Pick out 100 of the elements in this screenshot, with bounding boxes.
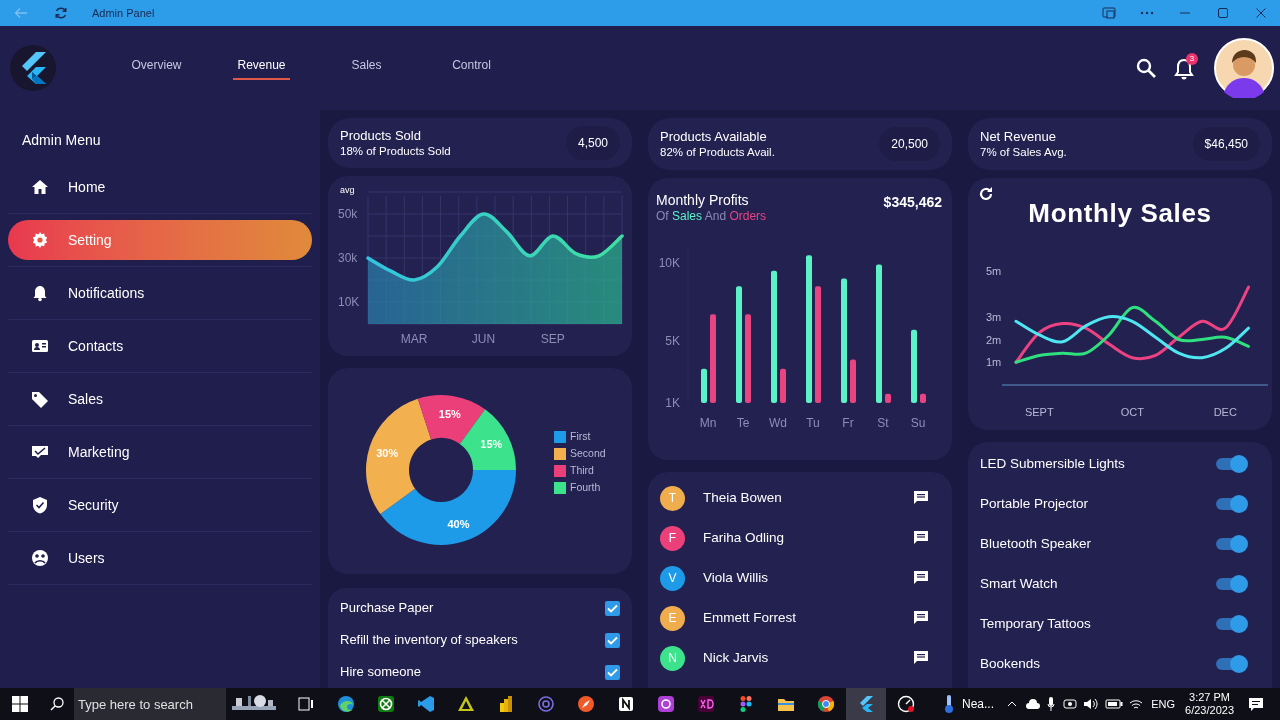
wifi-icon[interactable]: [1129, 698, 1144, 710]
toggle-switch[interactable]: [1216, 615, 1248, 633]
chart-title: Monthly Profits: [656, 192, 750, 208]
product-label: Temporary Tattoos: [980, 614, 1092, 633]
stat-value: 4,500: [565, 126, 620, 160]
stat-subtitle: 7% of Sales Avg.: [980, 145, 1068, 159]
toggle-switch[interactable]: [1216, 455, 1248, 473]
stat-title: Products Available: [660, 129, 768, 145]
design-app-icon: [697, 695, 715, 713]
clock-time[interactable]: 3:27 PM: [1189, 691, 1230, 704]
nav-tab[interactable]: Overview: [104, 48, 209, 88]
sidebar-item[interactable]: Contacts: [8, 326, 312, 366]
axis-label: 50k: [338, 207, 358, 221]
product-label: Bookends: [980, 654, 1042, 673]
axis-label: 2m: [986, 333, 1002, 346]
search-field[interactable]: Type here to search: [74, 688, 226, 720]
refresh-icon[interactable]: [978, 186, 994, 202]
axis-label: Su: [910, 416, 926, 430]
contact-name: Fariha Odling: [703, 528, 786, 547]
microphone-icon[interactable]: [1047, 697, 1056, 711]
axis-label: 5K: [665, 333, 680, 348]
axis-label: 10K: [338, 295, 360, 309]
mail-check-icon: [31, 443, 49, 461]
windows-start-icon[interactable]: [12, 696, 28, 712]
axis-label: MAR: [400, 332, 428, 346]
screen-cast-icon[interactable]: [1102, 6, 1116, 20]
checkbox[interactable]: [605, 632, 620, 648]
search-icon[interactable]: [1136, 58, 1156, 78]
slice-label: 40%: [447, 517, 470, 530]
checkbox[interactable]: [605, 664, 620, 680]
bar: [885, 393, 891, 403]
task-label: Hire someone: [340, 663, 422, 682]
webcam-icon[interactable]: [1063, 698, 1078, 710]
edge-browser-icon: [337, 695, 355, 713]
chart-subtitle: Of Sales And Orders: [656, 208, 768, 224]
axis-label: 1m: [986, 356, 1002, 369]
axis-label: St: [877, 416, 889, 430]
toggle-switch[interactable]: [1216, 535, 1248, 553]
message-icon[interactable]: [912, 529, 930, 547]
gear-icon: [31, 231, 49, 249]
xbox-icon: [377, 695, 395, 713]
nav-tab[interactable]: Control: [419, 48, 524, 88]
bar: [780, 368, 786, 403]
language-indicator[interactable]: ENG: [1151, 695, 1176, 713]
axis-label: Mn: [699, 416, 717, 430]
speaker-icon[interactable]: [1083, 698, 1100, 710]
legend-label: Third: [570, 463, 594, 479]
sidebar-item[interactable]: Setting: [8, 220, 312, 260]
compass-app-icon: [577, 695, 595, 713]
sidebar-item[interactable]: Marketing: [8, 432, 312, 472]
clock-date[interactable]: 6/23/2023: [1185, 704, 1234, 717]
axis-label: 5m: [986, 265, 1002, 278]
sidebar-item[interactable]: Security: [8, 485, 312, 525]
toggle-switch[interactable]: [1216, 655, 1248, 673]
taskbar-button[interactable]: [846, 688, 886, 720]
toggle-switch[interactable]: [1216, 495, 1248, 513]
sidebar-item[interactable]: Notifications: [8, 273, 312, 313]
chevron-up-icon[interactable]: [1007, 701, 1018, 707]
message-icon[interactable]: [912, 569, 930, 587]
bell-icon: [31, 284, 49, 302]
slice-label: 30%: [376, 446, 399, 459]
notification-bell-icon[interactable]: [1174, 58, 1194, 80]
message-icon[interactable]: [912, 609, 930, 627]
product-label: LED Submersible Lights: [980, 454, 1126, 473]
message-icon[interactable]: [912, 649, 930, 667]
contact-name: Nick Jarvis: [703, 648, 770, 667]
cloud-icon[interactable]: [1025, 699, 1042, 709]
maximize-icon[interactable]: [1218, 8, 1228, 18]
nav-tab[interactable]: Sales: [314, 48, 419, 88]
checkmark-icon: [607, 603, 618, 613]
axis-label: Fr: [842, 416, 854, 430]
battery-icon[interactable]: [1105, 699, 1124, 709]
bar: [701, 368, 707, 403]
notification-badge: 3: [1186, 53, 1198, 65]
chart-total: $345,462: [883, 193, 942, 212]
task-view-icon: [297, 695, 315, 713]
toggle-switch[interactable]: [1216, 575, 1248, 593]
nav-tab[interactable]: Revenue: [209, 48, 314, 88]
triangle-app-icon: [457, 695, 475, 713]
shield-check-icon: [31, 496, 49, 514]
sidebar-item[interactable]: Sales: [8, 379, 312, 419]
contact-avatar: T: [660, 485, 685, 511]
sidebar-item[interactable]: Users: [8, 538, 312, 578]
contact-name: Viola Willis: [703, 568, 769, 587]
sidebar-item[interactable]: Home: [8, 167, 312, 207]
stat-subtitle: 18% of Products Sold: [340, 144, 452, 158]
contact-name: Theia Bowen: [703, 488, 783, 507]
camera-app-icon: [657, 695, 675, 713]
product-label: Portable Projector: [980, 494, 1090, 513]
axis-label: Tu: [806, 416, 820, 430]
axis-label: 3m: [986, 310, 1002, 323]
notification-center-icon[interactable]: [1248, 697, 1264, 711]
more-icon[interactable]: [1140, 11, 1154, 15]
contact-card-icon: [31, 337, 49, 355]
close-icon[interactable]: [1256, 8, 1266, 18]
home-icon: [31, 178, 49, 196]
avatar[interactable]: [1214, 38, 1274, 98]
message-icon[interactable]: [912, 489, 930, 507]
checkbox[interactable]: [605, 600, 620, 616]
ring-app-icon: [537, 695, 555, 713]
